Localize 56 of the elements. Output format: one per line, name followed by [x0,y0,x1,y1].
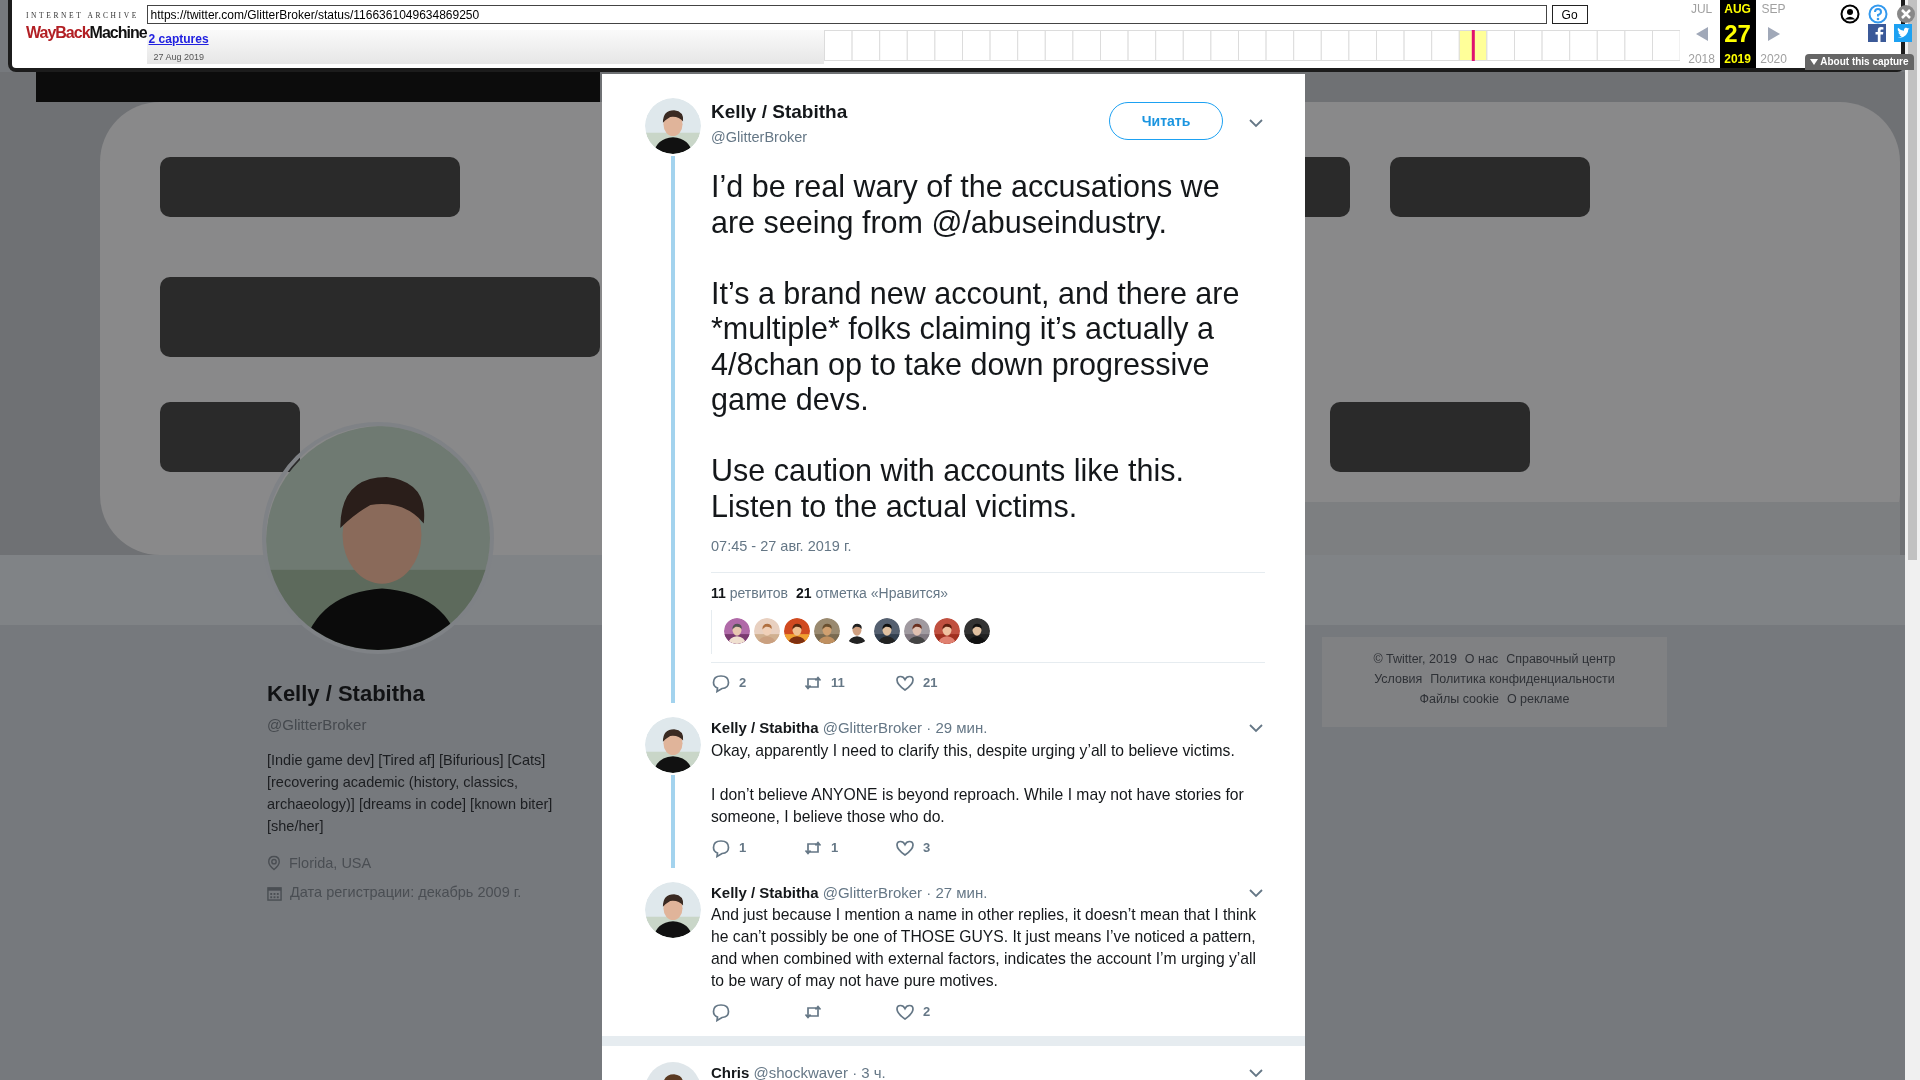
capture-date: 27 Aug 2019 [153,51,206,64]
help-icon[interactable] [1867,4,1888,24]
footer-link[interactable]: О нас [1464,649,1499,669]
reply-text: Okay, apparently I need to clarify this, despite urging y’all to believe victims. I don’t believe ANYONE is beyond reproach. While I may not have stories for someone, I believe those who do. [711,740,1245,827]
scrollbar-thumb[interactable] [1908,0,1917,560]
footer-link[interactable]: О рекламе [1506,689,1570,709]
post-time: · 29 мин. [926,719,988,736]
year-label[interactable]: 2020 [1760,50,1787,68]
next-arrow-icon[interactable] [1765,26,1782,42]
retweet-button[interactable]: 11 [803,673,895,693]
footer-link[interactable]: Политика конфиденциальности [1430,669,1615,689]
close-icon[interactable] [1895,4,1916,24]
reply-text: And just because I mention a name in other replies, it doesn’t mean that I think he can’t possibly be one of THOSE GUYS. It just means I’ve noticed a pattern, and when combined with external factors, indicates the account I’m urging y’all to be wary of may not have pure motives. [711,905,1258,991]
month-label[interactable]: JUL [1690,0,1713,18]
retweet-button[interactable]: 1 [803,837,895,858]
reply-button[interactable]: 2 [711,673,803,693]
logo-wordmark[interactable]: WayBackMachine [26,25,147,42]
location-pin-icon [267,855,281,872]
speech-bubble-icon [711,1002,731,1022]
month-label: AUG [1724,1,1751,18]
user-handle: @shockwaver [753,1064,848,1080]
user-name: Kelly / Stabitha [711,883,819,901]
caret-icon [1809,58,1818,67]
retweets-link[interactable]: 11 ретвитов [711,583,788,604]
profile-name: Kelly / Stabitha [267,680,426,708]
day-number: 27 [1724,21,1751,47]
user-name: Chris [711,1064,750,1080]
footer-link[interactable]: Условия [1374,669,1423,689]
like-button[interactable]: 3 [895,837,987,858]
month-label[interactable]: SEP [1761,0,1786,18]
year-label: 2019 [1724,51,1751,68]
facebook-icon[interactable] [1867,24,1886,42]
user-handle: @GlitterBroker [822,883,923,901]
go-button[interactable]: Go [1551,5,1588,24]
post-time: · 3 ч. [852,1064,886,1080]
about-capture-button[interactable]: About this capture [1804,54,1914,70]
speech-bubble-icon [711,673,731,693]
captures-link[interactable]: 2 captures [148,30,824,48]
reply-button[interactable]: 1 [711,837,803,858]
calendar-icon [267,885,282,901]
footer-link[interactable]: Файлы cookie [1419,689,1499,709]
user-name: Kelly / Stabitha [711,719,819,736]
user-icon[interactable] [1839,4,1860,24]
post-time: · 27 мин. [926,883,988,901]
footer-link[interactable]: Справочный центр [1506,649,1616,669]
footer-link[interactable]: © Twitter, 2019 [1373,649,1457,669]
year-label[interactable]: 2018 [1688,50,1715,68]
heart-icon [895,673,915,693]
user-handle: @GlitterBroker [822,719,923,736]
url-field[interactable]: https://twitter.com/GlitterBroker/status/1166361049634869250 [146,5,1547,24]
profile-bio: [Indie game dev] [Tired af] [Bifurious] [Cats] [recovering academic (history, classics, archaeology)] [dreams in code] [known biter] [she/her] [267,750,554,836]
heart-icon [895,1002,915,1022]
like-button[interactable]: 2 [895,1002,987,1022]
like-button[interactable]: 21 [895,673,987,693]
likes-link[interactable]: 21 отметка «Нравится» [795,583,949,604]
speech-bubble-icon [711,837,731,858]
